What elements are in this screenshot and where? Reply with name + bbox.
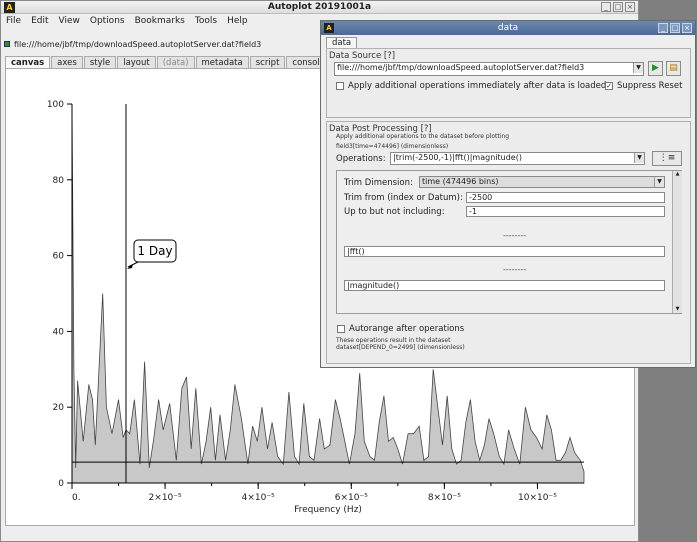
operations-scrollbar[interactable]: ▲ ▼ — [672, 171, 682, 313]
operations-chevron-icon[interactable]: ▼ — [634, 153, 644, 163]
operations-combo[interactable]: |trim(-2500,-1)|fft()|magnitude() ▼ — [390, 152, 645, 165]
trim-upto-input[interactable]: -1 — [466, 206, 665, 217]
separator-1: -------- — [503, 231, 527, 240]
data-source-icon — [4, 41, 10, 47]
result-dataset: dataset[DEPEND_0=2499] (dimensionless) — [336, 344, 465, 351]
trim-from-label: Trim from (index or Datum): — [344, 193, 463, 203]
tab-canvas[interactable]: canvas — [5, 56, 51, 68]
operations-panel: Trim Dimension: time (474496 bins) ▼ Tri… — [336, 170, 682, 314]
y-tick-label: 80 — [53, 176, 65, 186]
tab-style[interactable]: style — [83, 56, 117, 68]
dialog-close-icon[interactable]: × — [682, 23, 692, 33]
minimize-icon[interactable]: _ — [601, 2, 611, 12]
url-field[interactable]: file:///home/jbf/tmp/downloadSpeed.autop… — [14, 40, 261, 49]
x-tick-label: 10×10⁻⁵ — [518, 493, 557, 503]
apply-ops-checkbox[interactable] — [336, 82, 344, 90]
tab-script[interactable]: script — [249, 56, 286, 68]
suppress-reset-label: Suppress Reset — [617, 81, 683, 91]
tab-layout[interactable]: layout — [117, 56, 156, 68]
data-source-section: Data Source [?] file:///home/jbf/tmp/dow… — [326, 48, 691, 118]
menu-view[interactable]: View — [59, 16, 80, 26]
x-tick-label: 2×10⁻⁵ — [149, 493, 182, 503]
tab-axes[interactable]: axes — [51, 56, 83, 68]
autorange-label: Autorange after operations — [349, 324, 465, 334]
post-note: Apply additional operations to the datas… — [336, 133, 510, 140]
maximize-icon[interactable]: □ — [613, 2, 623, 12]
y-tick-label: 100 — [47, 100, 64, 110]
folder-icon[interactable]: ▤ — [666, 61, 681, 76]
fft-operation-field[interactable]: |fft() — [344, 246, 665, 257]
operations-label: Operations: — [336, 154, 386, 164]
x-tick-label: 8×10⁻⁵ — [428, 493, 461, 503]
operations-value: |trim(-2500,-1)|fft()|magnitude() — [393, 153, 522, 162]
scroll-up-icon[interactable]: ▲ — [673, 171, 682, 177]
chevron-down-icon[interactable]: ▼ — [633, 63, 643, 73]
data-dialog: A data _ □ × data Data Source [?] file:/… — [320, 20, 696, 368]
result-note: These operations result in the dataset — [336, 337, 451, 344]
dialog-title: data — [497, 23, 519, 33]
trim-upto-label: Up to but not including: — [344, 207, 445, 217]
data-source-combo[interactable]: file:///home/jbf/tmp/downloadSpeed.autop… — [334, 62, 644, 76]
apply-ops-label: Apply additional operations immediately … — [348, 81, 607, 91]
y-tick-label: 0 — [58, 479, 64, 489]
x-tick-label: 4×10⁻⁵ — [242, 493, 275, 503]
tab-data[interactable]: (data) — [156, 56, 195, 68]
annotation-label: 1 Day — [137, 244, 172, 258]
operations-editor-icon[interactable]: ⋮≡ — [652, 151, 682, 166]
magnitude-operation-field[interactable]: |magnitude() — [344, 280, 665, 291]
x-tick-label: 0. — [72, 493, 81, 503]
main-tabs: canvas axes style layout (data) metadata… — [5, 56, 331, 68]
y-tick-label: 20 — [53, 403, 65, 413]
main-window-title: Autoplot 20191001a — [267, 2, 372, 12]
x-tick-label: 6×10⁻⁵ — [335, 493, 368, 503]
tab-metadata[interactable]: metadata — [195, 56, 249, 68]
trim-from-input[interactable]: -2500 — [466, 192, 665, 203]
menu-help[interactable]: Help — [227, 16, 248, 26]
dialog-maximize-icon[interactable]: □ — [670, 23, 680, 33]
y-tick-label: 40 — [53, 327, 65, 337]
dialog-tab-data[interactable]: data — [326, 37, 358, 48]
separator-2: -------- — [503, 265, 527, 274]
menu-edit[interactable]: Edit — [31, 16, 48, 26]
trim-dimension-value: time (474496 bins) — [422, 177, 499, 186]
data-source-value: file:///home/jbf/tmp/downloadSpeed.autop… — [337, 63, 585, 72]
close-icon[interactable]: × — [625, 2, 635, 12]
data-source-header[interactable]: Data Source [?] — [329, 51, 690, 61]
dialog-minimize-icon[interactable]: _ — [658, 23, 668, 33]
menu-file[interactable]: File — [6, 16, 21, 26]
y-tick-label: 60 — [53, 252, 65, 262]
play-icon[interactable]: ▶ — [648, 61, 663, 76]
suppress-reset-checkbox[interactable]: ✓ — [605, 82, 613, 90]
menu-options[interactable]: Options — [90, 16, 125, 26]
post-processing-section: Data Post Processing [?] Apply additiona… — [326, 121, 691, 364]
dialog-titlebar[interactable]: A data _ □ × — [321, 21, 695, 35]
dataset-description: field3[time=474496] (dimensionless) — [336, 143, 449, 150]
trim-chevron-icon[interactable]: ▼ — [654, 177, 664, 187]
autorange-checkbox[interactable] — [337, 325, 345, 333]
trim-dimension-combo[interactable]: time (474496 bins) ▼ — [419, 176, 665, 188]
menu-tools[interactable]: Tools — [195, 16, 217, 26]
menu-bookmarks[interactable]: Bookmarks — [135, 16, 185, 26]
x-axis-label: Frequency (Hz) — [294, 505, 362, 515]
annotation-pointer — [127, 261, 139, 268]
trim-dimension-label: Trim Dimension: — [344, 178, 413, 188]
main-titlebar[interactable]: A Autoplot 20191001a _ □ × — [1, 1, 638, 14]
scroll-down-icon[interactable]: ▼ — [673, 306, 682, 312]
